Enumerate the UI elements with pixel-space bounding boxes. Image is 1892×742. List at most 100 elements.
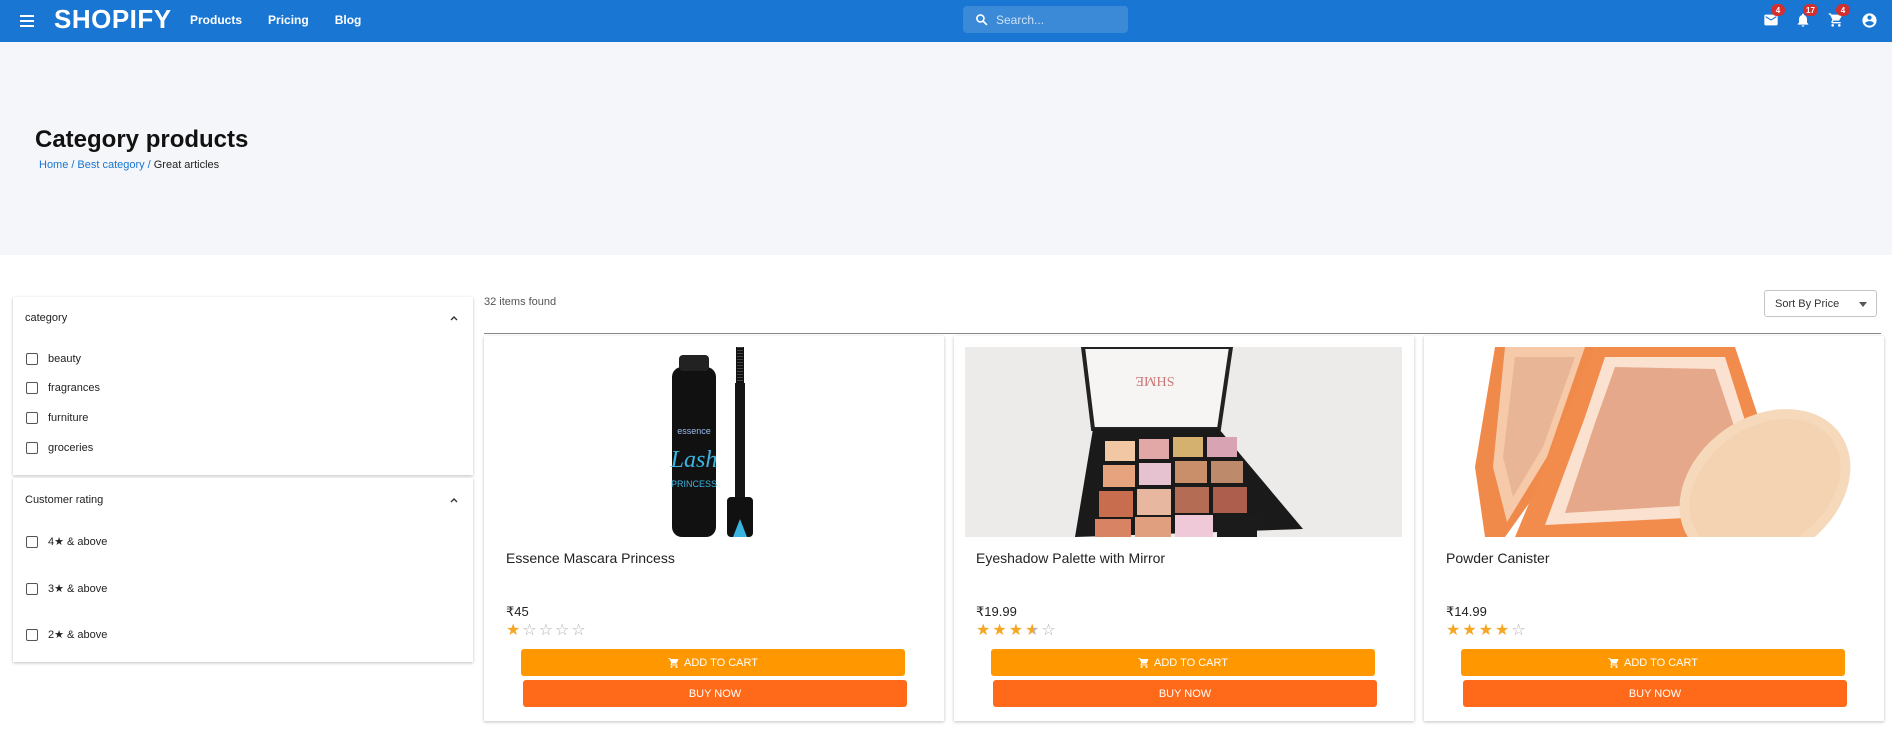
svg-text:SHME: SHME <box>1136 373 1175 388</box>
svg-text:PRINCESS: PRINCESS <box>671 479 717 489</box>
cart-badge: 4 <box>1836 4 1850 16</box>
cart-icon <box>668 657 679 668</box>
option-label: fragrances <box>48 382 100 394</box>
star-empty-icon: ☆ <box>1511 622 1528 639</box>
category-option-beauty[interactable]: beauty <box>26 353 81 365</box>
buy-now-button[interactable]: BUY NOW <box>1463 680 1847 707</box>
checkbox[interactable] <box>26 582 38 595</box>
breadcrumb-best-category[interactable]: Best category <box>77 159 144 171</box>
product-price: ₹14.99 <box>1446 604 1487 619</box>
rating-option-2[interactable]: 2★ & above <box>26 628 107 641</box>
add-to-cart-button[interactable]: ADD TO CART <box>991 649 1375 676</box>
breadcrumb-separator: / <box>147 159 151 171</box>
rating-filter-panel: Customer rating 4★ & above 3★ & above 2★… <box>13 478 473 662</box>
add-to-cart-label: ADD TO CART <box>1154 656 1228 669</box>
product-image-mascara[interactable]: essence Lash PRINCESS <box>495 347 932 537</box>
checkbox[interactable] <box>26 535 38 548</box>
add-to-cart-label: ADD TO CART <box>684 656 758 669</box>
rating-filter-title: Customer rating <box>25 494 104 506</box>
cart-button[interactable]: 4 <box>1826 4 1850 30</box>
checkbox[interactable] <box>26 442 38 454</box>
caret-down-icon <box>1859 302 1867 307</box>
option-label: groceries <box>48 442 94 454</box>
results-count: 32 items found <box>484 296 557 308</box>
product-card[interactable]: SHME Eyeshadow Palette with Mirror ₹19.9… <box>954 336 1414 721</box>
page-header: Category products Home / Best category / Gre… <box>0 42 1892 255</box>
category-filter-title: category <box>25 312 68 324</box>
category-option-furniture[interactable]: furniture <box>26 412 88 424</box>
star-full-icon: ★ <box>992 622 1009 639</box>
brand-logo[interactable]: SHOPIFY <box>54 4 172 35</box>
option-label: beauty <box>48 353 82 365</box>
breadcrumb-current: Great articles <box>153 159 220 171</box>
nav-link-pricing[interactable]: Pricing <box>268 13 309 27</box>
add-to-cart-button[interactable]: ADD TO CART <box>1461 649 1845 676</box>
add-to-cart-label: ADD TO CART <box>1624 656 1698 669</box>
checkbox[interactable] <box>26 382 38 394</box>
cart-icon <box>1138 657 1149 668</box>
star-empty-icon: ☆ <box>1041 622 1058 639</box>
nav-link-blog[interactable]: Blog <box>335 13 362 27</box>
star-full-icon: ★ <box>1478 622 1496 639</box>
add-to-cart-button[interactable]: ADD TO CART <box>521 649 905 676</box>
product-title[interactable]: Essence Mascara Princess <box>506 550 675 566</box>
sort-label: Sort By Price <box>1775 297 1840 310</box>
product-title[interactable]: Eyeshadow Palette with Mirror <box>976 550 1165 566</box>
buy-now-button[interactable]: BUY NOW <box>993 680 1377 707</box>
notifications-badge: 17 <box>1803 4 1818 16</box>
account-icon <box>1861 12 1877 28</box>
product-price: ₹19.99 <box>976 604 1017 619</box>
category-filter-panel: category beauty fragrances furniture gro… <box>13 297 473 475</box>
breadcrumb-separator: / <box>71 159 75 171</box>
product-title[interactable]: Powder Canister <box>1446 550 1550 566</box>
checkbox[interactable] <box>26 353 38 365</box>
svg-text:essence: essence <box>677 426 711 436</box>
product-card[interactable]: essence Lash PRINCESS Essence Mascara Pr… <box>484 336 944 721</box>
menu-icon[interactable] <box>16 10 38 32</box>
product-rating: ★☆☆☆☆ <box>506 620 588 640</box>
account-button[interactable] <box>1859 10 1879 30</box>
checkbox[interactable] <box>26 412 38 424</box>
buy-now-button[interactable]: BUY NOW <box>523 680 907 707</box>
rating-option-3[interactable]: 3★ & above <box>26 582 107 595</box>
mail-badge: 4 <box>1771 4 1785 16</box>
search-box[interactable] <box>963 6 1128 33</box>
star-full-icon: ★ <box>506 622 523 639</box>
product-card[interactable]: Powder Canister ₹14.99 ★★★★☆ ADD TO CART… <box>1424 336 1884 721</box>
checkbox[interactable] <box>26 628 38 641</box>
mail-button[interactable]: 4 <box>1761 4 1785 30</box>
category-option-groceries[interactable]: groceries <box>26 442 93 454</box>
star-full-icon: ★ <box>1446 622 1463 639</box>
rating-option-4[interactable]: 4★ & above <box>26 535 107 548</box>
option-label: 2★ & above <box>48 629 108 641</box>
option-label: 4★ & above <box>48 536 108 548</box>
category-option-fragrances[interactable]: fragrances <box>26 382 100 394</box>
product-rating: ★★★★☆ <box>976 620 1058 640</box>
option-label: furniture <box>48 412 89 424</box>
chevron-up-icon[interactable] <box>449 495 459 505</box>
top-app-bar: SHOPIFY Products Pricing Blog 4 17 4 <box>0 0 1892 42</box>
star-empty-icon: ☆ <box>555 622 572 639</box>
star-empty-icon: ☆ <box>571 622 588 639</box>
product-image-powder-compact[interactable] <box>1435 347 1872 537</box>
star-empty-icon: ☆ <box>538 622 556 639</box>
buy-now-label: BUY NOW <box>1628 687 1682 700</box>
star-full-icon: ★ <box>1495 622 1512 639</box>
product-image-eyeshadow-palette[interactable]: SHME <box>965 347 1402 537</box>
buy-now-label: BUY NOW <box>1158 687 1212 700</box>
search-icon <box>976 14 988 26</box>
product-rating: ★★★★☆ <box>1446 620 1528 640</box>
svg-text:Lash: Lash <box>670 447 718 473</box>
option-label: 3★ & above <box>48 583 108 595</box>
cart-icon <box>1608 657 1619 668</box>
sort-select[interactable]: Sort By Price <box>1764 290 1877 317</box>
star-empty-icon: ☆ <box>522 622 539 639</box>
search-input[interactable] <box>996 12 1116 27</box>
nav-link-products[interactable]: Products <box>190 13 242 27</box>
notifications-button[interactable]: 17 <box>1793 4 1818 30</box>
chevron-up-icon[interactable] <box>449 313 459 323</box>
product-price: ₹45 <box>506 604 529 619</box>
divider <box>484 333 1881 334</box>
breadcrumb-home[interactable]: Home <box>39 159 68 171</box>
breadcrumb: Home / Best category / Great articles <box>39 159 219 171</box>
